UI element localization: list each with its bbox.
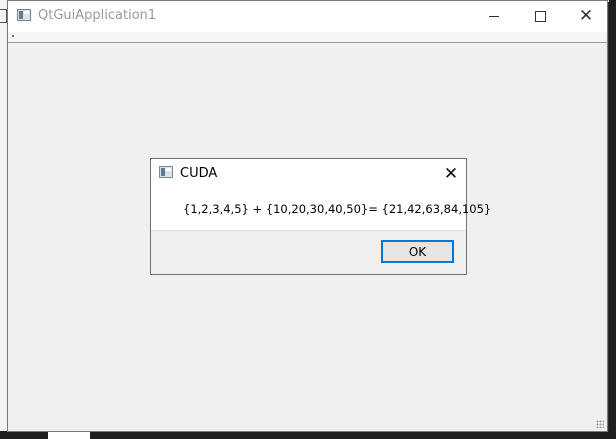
- app-window-icon: [17, 9, 31, 21]
- dialog-title: CUDA: [180, 166, 218, 181]
- dialog-message: {1,2,3,4,5} + {10,20,30,40,50}= {21,42,6…: [183, 202, 492, 216]
- close-button[interactable]: ✕: [563, 1, 609, 32]
- background-editor-edge: [609, 0, 616, 439]
- ok-button[interactable]: OK: [381, 240, 454, 263]
- close-icon: ✕: [443, 164, 459, 184]
- maximize-button[interactable]: [517, 1, 563, 32]
- dialog-titlebar[interactable]: CUDA ✕: [151, 159, 466, 189]
- message-dialog: CUDA ✕ {1,2,3,4,5} + {10,20,30,40,50}= {…: [150, 158, 491, 275]
- background-editor-bottom: [0, 431, 616, 439]
- menubar-handle-icon: [12, 35, 14, 37]
- dialog-window-icon: [159, 166, 173, 178]
- background-glyph: [0, 9, 7, 23]
- maximize-icon: [534, 11, 546, 22]
- minimize-button[interactable]: [471, 1, 517, 32]
- dialog-close-button[interactable]: ✕: [437, 160, 465, 188]
- dialog-button-bar: OK: [151, 230, 466, 274]
- dialog-body: {1,2,3,4,5} + {10,20,30,40,50}= {21,42,6…: [151, 189, 491, 230]
- close-icon: ✕: [578, 6, 594, 26]
- minimize-icon: [489, 16, 499, 17]
- background-panel-strip: [48, 431, 90, 439]
- size-grip[interactable]: [596, 420, 604, 428]
- main-titlebar[interactable]: QtGuiApplication1 ✕: [8, 1, 607, 32]
- main-window-title: QtGuiApplication1: [38, 8, 157, 23]
- menubar[interactable]: [8, 32, 607, 43]
